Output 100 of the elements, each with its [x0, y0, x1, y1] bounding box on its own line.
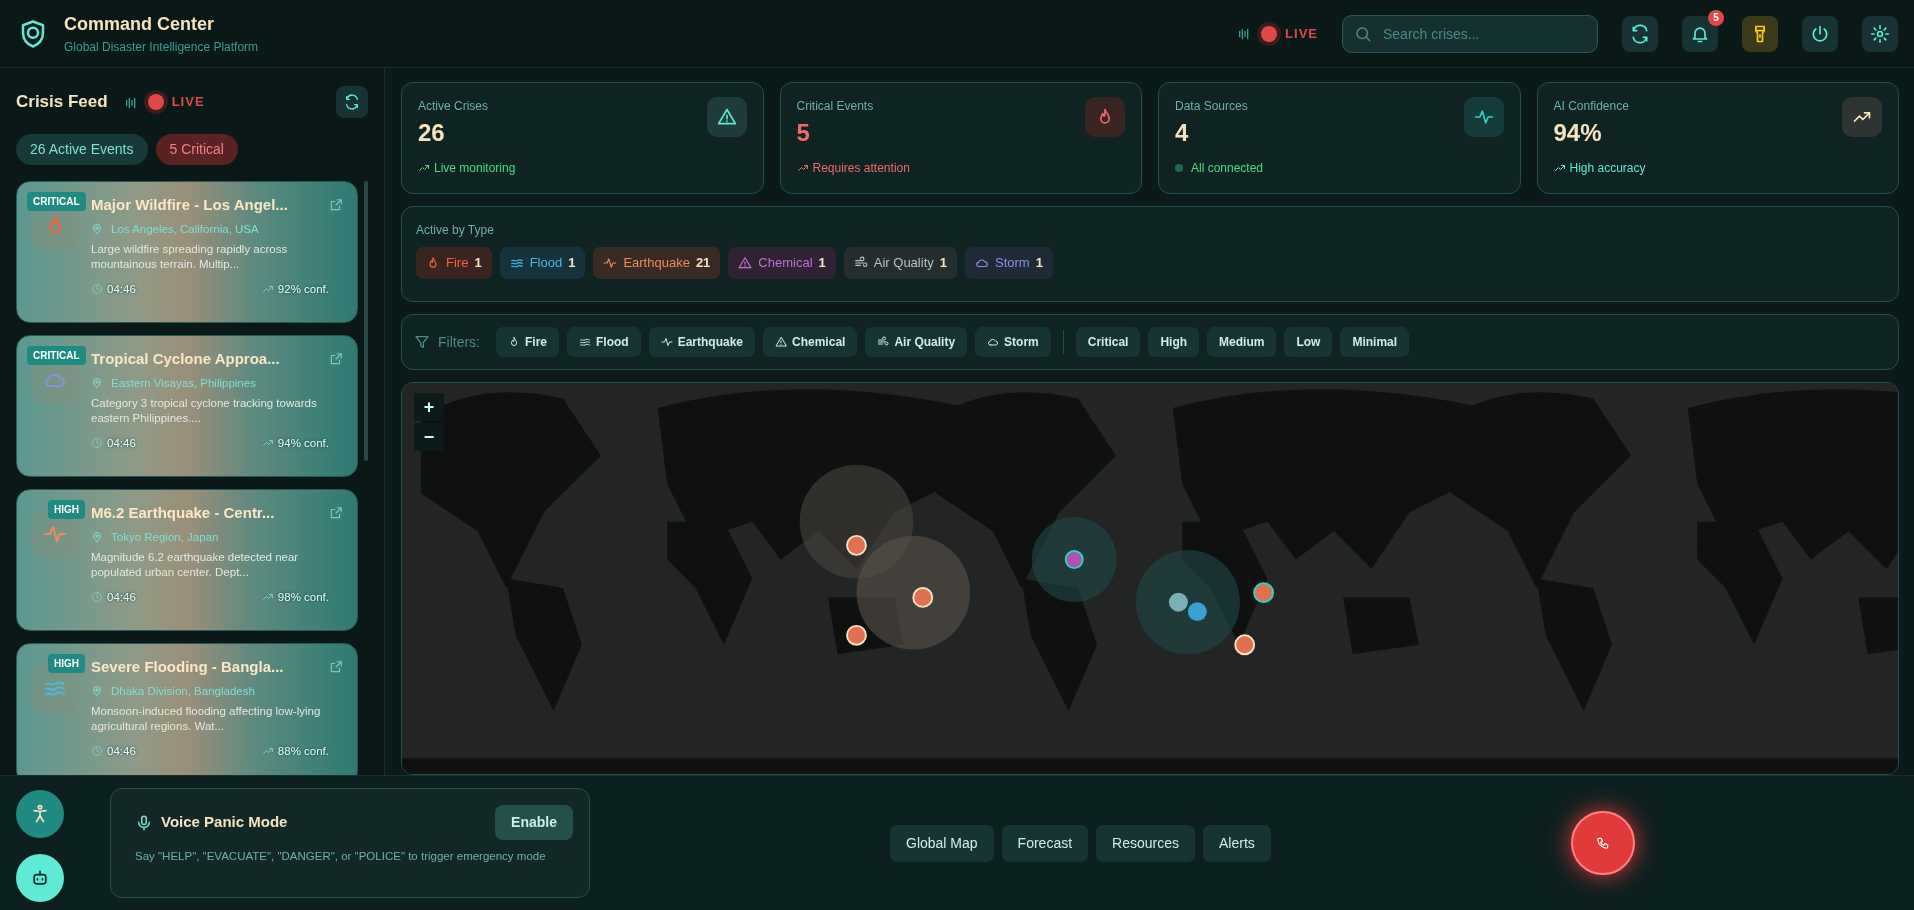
refresh-button[interactable]: [1622, 15, 1658, 52]
wind-icon: [877, 336, 890, 348]
event-card[interactable]: CRITICAL Major Wildfire - Los Angel... Los Angeles, California, USA Large wildfire spreading rapidly across mountainous terrain. Multip... 04:46 92% conf.: [16, 181, 358, 323]
event-card[interactable]: HIGH M6.2 Earthquake - Centr... Tokyo Region, Japan Magnitude 6.2 earthquake detected near populated urban center. Dept... 04:46 98% conf.: [16, 489, 358, 631]
event-time: 04:46: [107, 589, 136, 605]
severity-filter-button[interactable]: High: [1148, 327, 1200, 357]
severity-filter-button[interactable]: Minimal: [1340, 327, 1410, 357]
event-count-pill: 26 Active Events: [16, 134, 148, 165]
type-label: Fire: [446, 254, 469, 272]
robot-icon: [30, 868, 50, 888]
zoom-out-button[interactable]: −: [414, 423, 444, 451]
nav-button[interactable]: Alerts: [1203, 824, 1271, 862]
stat-value: 4: [1175, 118, 1190, 148]
waves-icon: [579, 336, 591, 348]
search-icon: [1354, 24, 1372, 43]
location-pin-icon: [91, 531, 103, 544]
accessibility-button[interactable]: [16, 790, 64, 838]
stat-value: 26: [418, 118, 446, 148]
type-count: 1: [474, 254, 482, 272]
filter-icon: [414, 334, 430, 350]
severity-filter-button[interactable]: Medium: [1207, 327, 1277, 357]
stat-value: 94%: [1553, 118, 1603, 148]
flashlight-button[interactable]: [1742, 15, 1778, 52]
severity-badge: HIGH: [48, 654, 85, 673]
trend-up-icon: [418, 162, 430, 174]
type-count: 1: [1035, 254, 1043, 272]
event-description: Large wildfire spreading rapidly across mountainous terrain. Multip...: [91, 241, 289, 273]
type-count: 21: [695, 254, 711, 272]
settings-button[interactable]: [1862, 15, 1898, 52]
event-location: Tokyo Region, Japan: [111, 529, 219, 545]
warning-triangle-icon: [716, 107, 737, 127]
trend-up-icon: [1553, 162, 1566, 174]
event-count-pill: 5 Critical: [155, 134, 238, 165]
pulse-icon: [603, 255, 618, 270]
warning-triangle-icon: [738, 255, 753, 270]
cloud-icon: [987, 336, 1000, 348]
flame-icon: [426, 255, 440, 270]
event-description: Magnitude 6.2 earthquake detected near populated urban center. Dept...: [91, 549, 300, 581]
type-filter-button[interactable]: Air Quality: [865, 327, 968, 357]
scrollbar[interactable]: [364, 181, 368, 461]
type-filter-button[interactable]: Chemical: [763, 327, 858, 357]
event-location: Los Angeles, California, USA: [111, 221, 259, 237]
external-link-icon: [329, 197, 343, 212]
refresh-button[interactable]: [336, 86, 368, 118]
type-filter-button[interactable]: Flood: [567, 327, 641, 357]
trend-up-icon: [796, 162, 809, 174]
type-label: Storm: [995, 254, 1030, 272]
event-title: Severe Flooding - Bangla...: [91, 657, 284, 677]
external-link-icon: [329, 659, 343, 674]
severity-filter-button[interactable]: Critical: [1075, 327, 1141, 357]
type-label: Flood: [529, 254, 563, 272]
type-filter-button[interactable]: Storm: [975, 327, 1051, 357]
confidence-label: 98% conf.: [277, 589, 329, 605]
warning-triangle-icon: [775, 336, 788, 348]
location-pin-icon: [91, 685, 103, 698]
nav-button[interactable]: Resources: [1096, 824, 1195, 862]
live-dot: [147, 94, 164, 110]
notification-count: 5: [1708, 9, 1724, 26]
confidence-label: 94% conf.: [277, 435, 329, 451]
nav-button[interactable]: Global Map: [890, 824, 994, 862]
feed-title: Crisis Feed: [16, 91, 108, 114]
pulse-icon: [660, 336, 673, 348]
accessibility-icon: [30, 804, 50, 824]
filters-label: Filters:: [438, 332, 480, 352]
event-card[interactable]: CRITICAL Tropical Cyclone Approa... Eastern Visayas, Philippines Category 3 tropical cyclone tracking towards eastern Philippines.... 04:46 94% conf.: [16, 335, 358, 477]
type-label: Earthquake: [623, 254, 690, 272]
search-field[interactable]: Search crises...: [1342, 14, 1598, 53]
refresh-icon: [344, 94, 360, 110]
confidence-label: 88% conf.: [277, 743, 329, 759]
power-icon: [1810, 23, 1830, 44]
live-label: LIVE: [1285, 24, 1318, 43]
event-location: Eastern Visayas, Philippines: [111, 375, 256, 391]
stat-note: Live monitoring: [434, 160, 516, 177]
power-button[interactable]: [1802, 15, 1838, 52]
type-filter-button[interactable]: Earthquake: [648, 327, 756, 357]
external-link-icon: [329, 505, 343, 520]
clock-icon: [91, 591, 103, 604]
notifications-button[interactable]: [1682, 15, 1718, 52]
type-count: 1: [818, 254, 826, 272]
event-description: Category 3 tropical cyclone tracking towards eastern Philippines....: [91, 395, 318, 427]
confidence-label: 92% conf.: [277, 281, 329, 297]
emergency-call-button[interactable]: [1570, 811, 1635, 875]
stat-note: Requires attention: [812, 160, 910, 177]
event-time: 04:46: [107, 743, 136, 759]
location-pin-icon: [91, 377, 103, 390]
clock-icon: [91, 283, 103, 296]
external-link-icon: [329, 351, 343, 366]
severity-badge: CRITICAL: [27, 192, 86, 211]
severity-filter-button[interactable]: Low: [1284, 327, 1333, 357]
severity-badge: HIGH: [48, 500, 85, 519]
event-card[interactable]: HIGH Severe Flooding - Bangla... Dhaka Division, Bangladesh Monsoon-induced flooding affecting low-lying agricultural regions. Wat... 04:46 88% conf.: [16, 643, 358, 775]
event-location: Dhaka Division, Bangladesh: [111, 683, 255, 699]
flame-icon: [508, 336, 520, 348]
enable-button[interactable]: Enable: [495, 805, 573, 840]
voice-panel-title: Voice Panic Mode: [161, 812, 288, 833]
assistant-bot-button[interactable]: [16, 854, 64, 902]
type-filter-button[interactable]: Fire: [496, 327, 559, 357]
nav-button[interactable]: Forecast: [1001, 824, 1089, 862]
zoom-in-button[interactable]: +: [414, 393, 444, 421]
clock-icon: [91, 437, 103, 450]
